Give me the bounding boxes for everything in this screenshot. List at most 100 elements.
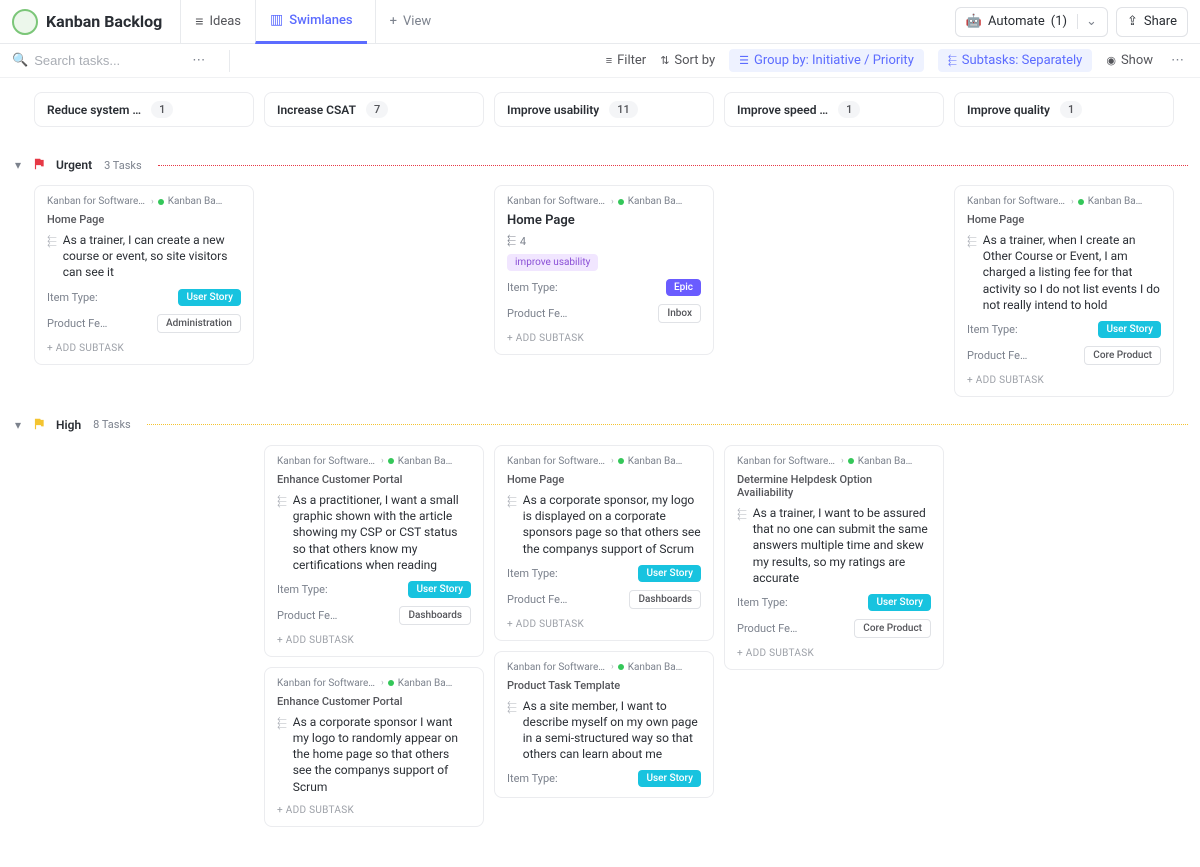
- card-title: As a trainer, when I create an Other Cou…: [983, 232, 1161, 313]
- card-breadcrumb: Kanban for Software Devel… › Kanban Ba…: [507, 456, 701, 467]
- search-input[interactable]: [34, 53, 174, 68]
- status-dot-icon: [618, 199, 624, 205]
- field-label: Item Type:: [737, 596, 788, 609]
- groupby-chip[interactable]: ☰ Group by: Initiative / Priority: [729, 49, 924, 72]
- card-title: As a corporate sponsor, my logo is displ…: [523, 492, 701, 557]
- card-breadcrumb: Kanban for Software Devel… › Kanban Ba…: [277, 456, 471, 467]
- card-breadcrumb: Kanban for Software Devel… › Kanban Ba…: [507, 196, 701, 207]
- status-dot-icon: [388, 458, 394, 464]
- lane-count: 8 Tasks: [93, 418, 131, 431]
- item-type-pill: User Story: [638, 770, 701, 787]
- chevron-right-icon: ›: [611, 456, 614, 466]
- lane-column: Kanban for Software Devel… › Kanban Ba… …: [724, 445, 944, 670]
- lane-column: Kanban for Software Devel… › Kanban Ba… …: [494, 445, 714, 799]
- kanban-card[interactable]: Kanban for Software Devel… › Kanban Ba… …: [954, 185, 1174, 397]
- field-label: Product Fe…: [737, 622, 797, 635]
- chevron-down-icon[interactable]: ▾: [12, 418, 24, 432]
- add-view-button[interactable]: + View: [375, 0, 446, 44]
- column-name: Reduce system …: [47, 103, 141, 117]
- search-more-icon[interactable]: ⋯: [182, 53, 215, 68]
- lane-title: High: [56, 418, 81, 432]
- status-dot-icon: [158, 199, 164, 205]
- card-breadcrumb: Kanban for Software Devel… › Kanban Ba…: [277, 678, 471, 689]
- field-value-pill: Inbox: [658, 304, 701, 323]
- card-subtitle: Home Page: [507, 473, 701, 486]
- lane-column: Kanban for Software Devel… › Kanban Ba… …: [494, 185, 714, 355]
- column-header[interactable]: Increase CSAT 7: [264, 92, 484, 127]
- add-view-label: View: [403, 14, 431, 29]
- item-type-pill: User Story: [178, 289, 241, 306]
- column-header[interactable]: Improve quality 1: [954, 92, 1174, 127]
- chevron-right-icon: ›: [611, 662, 614, 672]
- group-icon: ☰: [739, 54, 749, 67]
- field-value-pill: Administration: [157, 314, 241, 333]
- column-name: Improve quality: [967, 103, 1050, 117]
- column-count: 1: [1060, 101, 1082, 118]
- add-subtask-button[interactable]: + ADD SUBTASK: [507, 619, 701, 630]
- filter-button[interactable]: ≡ Filter: [606, 53, 646, 68]
- toolbar-more-icon[interactable]: ⋯: [1167, 53, 1188, 68]
- filter-icon: ≡: [606, 54, 612, 67]
- lane-count: 3 Tasks: [104, 159, 142, 172]
- subtask-icon: ⬱: [507, 234, 516, 248]
- plus-icon: +: [390, 14, 397, 29]
- search-icon: 🔍: [12, 53, 28, 68]
- subtask-icon: ⬱: [967, 234, 977, 249]
- kanban-card[interactable]: Kanban for Software Devel… › Kanban Ba… …: [494, 651, 714, 799]
- show-button[interactable]: ◉ Show: [1106, 53, 1153, 68]
- subtask-icon: ⬱: [507, 700, 517, 715]
- item-type-pill: User Story: [868, 594, 931, 611]
- subtask-icon: ⬱: [47, 234, 57, 249]
- column-header[interactable]: Improve usability 11: [494, 92, 714, 127]
- kanban-card[interactable]: Kanban for Software Devel… › Kanban Ba… …: [264, 445, 484, 657]
- kanban-card[interactable]: Kanban for Software Devel… › Kanban Ba… …: [494, 185, 714, 355]
- add-subtask-button[interactable]: + ADD SUBTASK: [277, 805, 471, 816]
- filter-label: Filter: [617, 53, 646, 68]
- kanban-card[interactable]: Kanban for Software Devel… › Kanban Ba… …: [724, 445, 944, 670]
- card-tag: improve usability: [507, 254, 598, 271]
- field-label: Item Type:: [507, 567, 558, 580]
- lane-divider: [158, 165, 1188, 166]
- column-name: Improve usability: [507, 103, 599, 117]
- column-header[interactable]: Reduce system … 1: [34, 92, 254, 127]
- add-subtask-button[interactable]: + ADD SUBTASK: [737, 648, 931, 659]
- card-breadcrumb: Kanban for Software Devel… › Kanban Ba…: [737, 456, 931, 467]
- card-breadcrumb: Kanban for Software Devel… › Kanban Ba…: [47, 196, 241, 207]
- view-tab-swimlanes[interactable]: ▥ Swimlanes: [255, 0, 367, 44]
- column-count: 11: [609, 101, 638, 118]
- subtask-icon: ⬱: [277, 494, 287, 509]
- app-logo: [12, 9, 38, 35]
- column-name: Improve speed …: [737, 103, 828, 117]
- field-label: Item Type:: [507, 281, 558, 294]
- field-label: Product Fe…: [507, 593, 567, 606]
- add-subtask-button[interactable]: + ADD SUBTASK: [277, 635, 471, 646]
- add-subtask-button[interactable]: + ADD SUBTASK: [507, 333, 701, 344]
- status-dot-icon: [1078, 199, 1084, 205]
- add-subtask-button[interactable]: + ADD SUBTASK: [967, 375, 1161, 386]
- column-header[interactable]: Improve speed … 1: [724, 92, 944, 127]
- add-subtask-button[interactable]: + ADD SUBTASK: [47, 343, 241, 354]
- lane-divider: [147, 424, 1188, 425]
- field-value-pill: Dashboards: [629, 590, 701, 609]
- card-title: As a trainer, I want to be assured that …: [753, 505, 931, 586]
- kanban-card[interactable]: Kanban for Software Devel… › Kanban Ba… …: [264, 667, 484, 827]
- view-tab-ideas[interactable]: ≡ Ideas: [180, 0, 255, 44]
- automate-button[interactable]: 🤖 Automate (1) ⌄: [955, 7, 1108, 37]
- chevron-right-icon: ›: [1071, 197, 1074, 207]
- field-label: Item Type:: [967, 323, 1018, 336]
- chevron-down-icon[interactable]: ⌄: [1077, 14, 1097, 29]
- share-label: Share: [1144, 14, 1177, 29]
- status-dot-icon: [848, 458, 854, 464]
- kanban-card[interactable]: Kanban for Software Devel… › Kanban Ba… …: [494, 445, 714, 641]
- item-type-pill: User Story: [1098, 321, 1161, 338]
- column-count: 1: [151, 101, 173, 118]
- chevron-down-icon[interactable]: ▾: [12, 158, 24, 172]
- column-name: Increase CSAT: [277, 103, 356, 117]
- groupby-label: Group by: Initiative / Priority: [754, 53, 914, 68]
- subtasks-chip[interactable]: ⬱ Subtasks: Separately: [938, 49, 1092, 72]
- field-label: Item Type:: [277, 583, 328, 596]
- share-button[interactable]: ⇪ Share: [1116, 7, 1188, 37]
- kanban-card[interactable]: Kanban for Software Devel… › Kanban Ba… …: [34, 185, 254, 365]
- card-title: As a corporate sponsor I want my logo to…: [293, 714, 471, 795]
- sortby-button[interactable]: ⇅ Sort by: [660, 53, 715, 68]
